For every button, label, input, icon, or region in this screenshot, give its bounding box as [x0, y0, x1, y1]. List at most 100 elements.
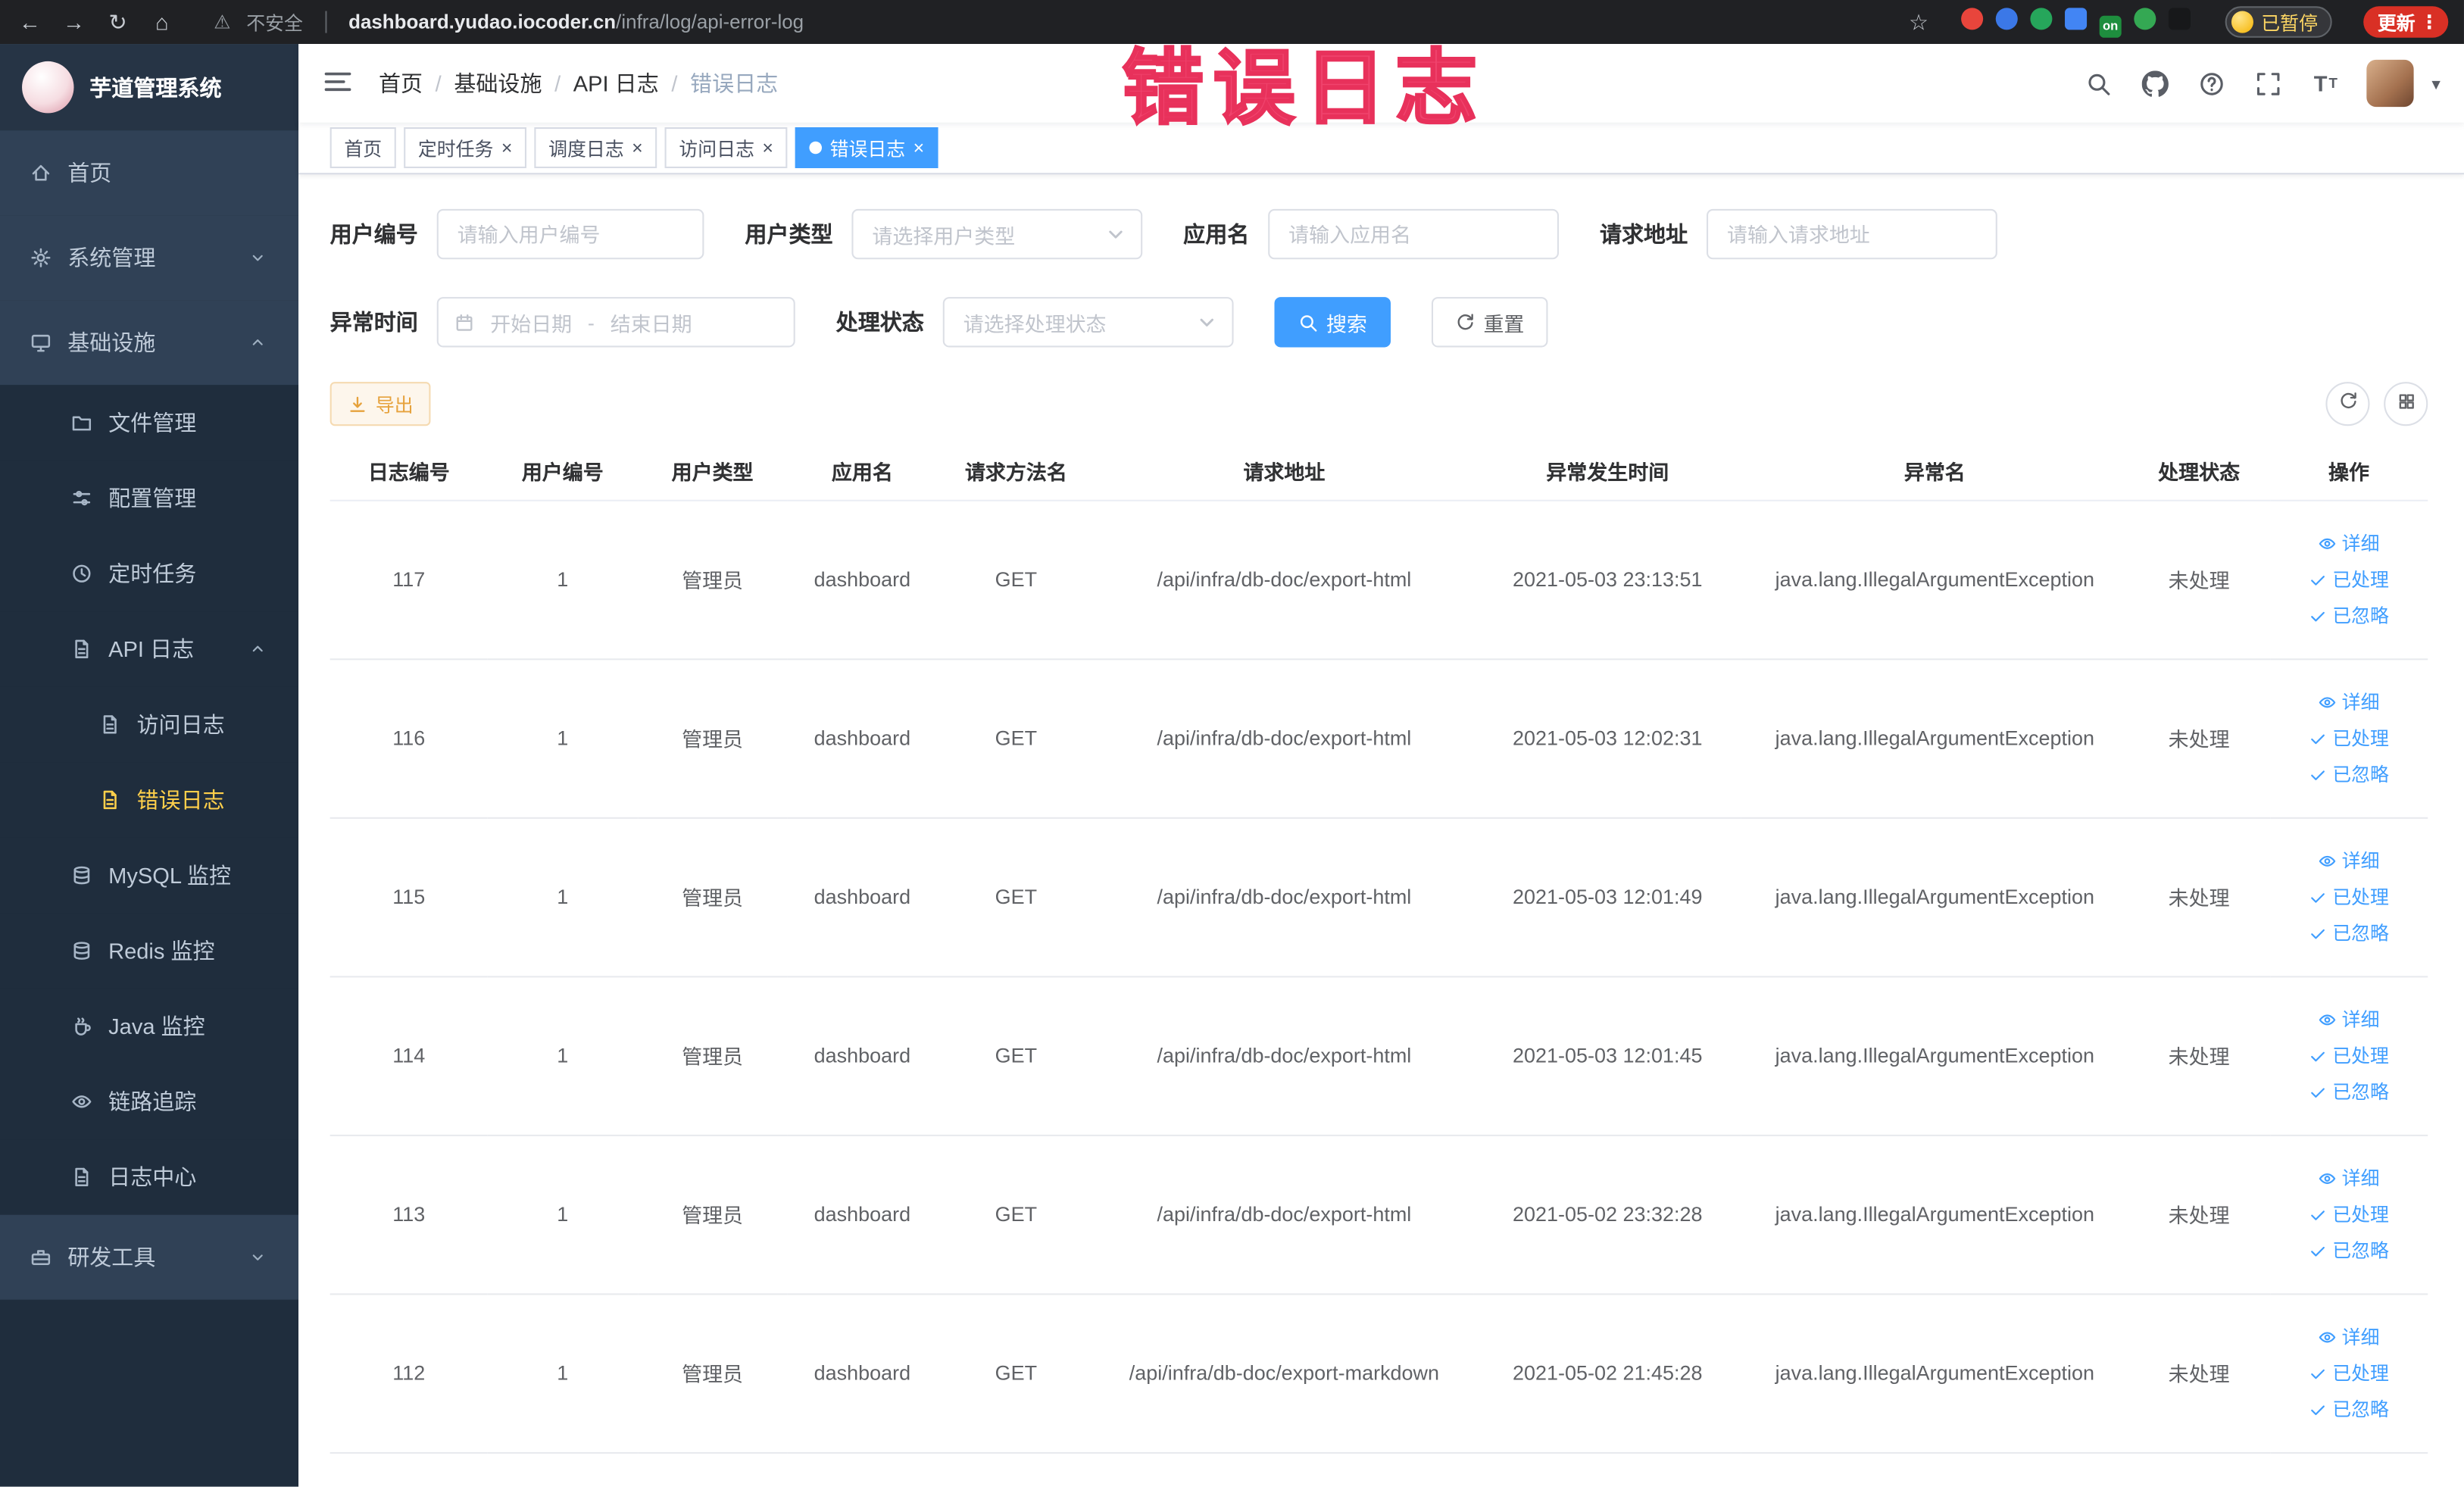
caret-down-icon[interactable]: ▾	[2431, 73, 2440, 94]
tab-job[interactable]: 定时任务 ×	[404, 127, 527, 168]
sidebar-item-job[interactable]: 定时任务	[0, 536, 299, 612]
cell-user-id: 1	[487, 817, 638, 977]
fullscreen-icon[interactable]	[2254, 68, 2284, 98]
profile-chip[interactable]: 已暂停	[2225, 6, 2332, 38]
breadcrumb-item-home[interactable]: 首页	[379, 67, 423, 98]
column-header[interactable]: 操作	[2269, 441, 2428, 501]
sidebar-item-file[interactable]: 文件管理	[0, 385, 299, 461]
detail-link[interactable]: 详细	[2319, 689, 2379, 715]
column-header[interactable]: 请求方法名	[937, 441, 1095, 501]
column-header[interactable]: 请求地址	[1095, 441, 1474, 501]
process-status-select[interactable]: 请选择处理状态	[942, 297, 1234, 348]
refresh-table-button[interactable]	[2325, 382, 2370, 426]
sidebar-item-dev-tools[interactable]: 研发工具	[0, 1214, 299, 1300]
detail-link[interactable]: 详细	[2319, 1323, 2379, 1350]
sidebar-item-log-center[interactable]: 日志中心	[0, 1139, 299, 1215]
extension-icon-7[interactable]	[2168, 7, 2191, 30]
url-bar[interactable]: dashboard.yudao.iocoder.cn/infra/log/api…	[348, 11, 804, 33]
processed-link[interactable]: 已处理	[2309, 1360, 2389, 1386]
detail-link[interactable]: 详细	[2319, 1164, 2379, 1191]
column-header[interactable]: 用户编号	[487, 441, 638, 501]
sidebar-item-redis[interactable]: Redis 监控	[0, 913, 299, 989]
gear-icon	[28, 246, 52, 270]
cell-time: 2021-05-02 23:32:28	[1473, 1134, 1742, 1295]
processed-link[interactable]: 已处理	[2309, 1201, 2389, 1227]
column-header[interactable]: 处理状态	[2128, 441, 2270, 501]
bookmark-star-icon[interactable]: ☆	[1904, 8, 1932, 35]
search-button[interactable]: 搜索	[1274, 297, 1391, 348]
column-header[interactable]: 异常发生时间	[1473, 441, 1742, 501]
reload-icon[interactable]: ↻	[104, 8, 132, 35]
breadcrumb-item-api-log[interactable]: API 日志	[573, 67, 659, 98]
column-header[interactable]: 异常名	[1741, 441, 2128, 501]
search-icon[interactable]	[2085, 68, 2114, 98]
security-label[interactable]: 不安全	[246, 8, 303, 35]
ignored-link[interactable]: 已忽略	[2309, 1395, 2389, 1422]
font-size-icon[interactable]: TT	[2311, 68, 2341, 98]
processed-link[interactable]: 已处理	[2309, 566, 2389, 592]
detail-link[interactable]: 详细	[2319, 847, 2379, 873]
user-id-input[interactable]	[436, 208, 704, 260]
request-url-input[interactable]	[1707, 208, 1997, 260]
tab-error-log[interactable]: 错误日志 ×	[795, 127, 938, 168]
processed-link[interactable]: 已处理	[2309, 883, 2389, 910]
ignored-link[interactable]: 已忽略	[2309, 920, 2389, 946]
forward-icon[interactable]: →	[60, 9, 88, 34]
sidebar-item-trace[interactable]: 链路追踪	[0, 1064, 299, 1140]
reset-button[interactable]: 重置	[1431, 297, 1548, 348]
sidebar-item-api-log[interactable]: API 日志	[0, 611, 299, 687]
column-header[interactable]: 应用名	[787, 441, 938, 501]
tab-label: 访问日志	[679, 137, 755, 160]
github-icon[interactable]	[2141, 68, 2171, 98]
detail-link[interactable]: 详细	[2319, 530, 2379, 556]
sidebar-item-java[interactable]: Java 监控	[0, 988, 299, 1064]
extension-icon-6[interactable]	[2134, 7, 2156, 30]
tab-access-log[interactable]: 访问日志 ×	[664, 127, 788, 168]
user-avatar[interactable]	[2367, 59, 2415, 108]
update-button[interactable]: 更新 ⋮	[2363, 6, 2449, 38]
tab-job-log[interactable]: 调度日志 ×	[534, 127, 657, 168]
breadcrumb-item-infra[interactable]: 基础设施	[454, 67, 542, 98]
extension-icon-3[interactable]	[2030, 7, 2053, 30]
close-icon[interactable]: ×	[632, 139, 643, 158]
close-icon[interactable]: ×	[913, 139, 925, 158]
back-icon[interactable]: ←	[16, 9, 44, 34]
sidebar-toggle-icon[interactable]	[322, 66, 357, 101]
cell-status: 未处理	[2128, 1293, 2270, 1453]
processed-link[interactable]: 已处理	[2309, 1042, 2389, 1068]
app-name-input[interactable]	[1268, 208, 1560, 260]
cell-status: 未处理	[2128, 976, 2270, 1136]
sidebar-item-home[interactable]: 首页	[0, 130, 299, 216]
ignored-link[interactable]: 已忽略	[2309, 1237, 2389, 1264]
sidebar-item-access-log[interactable]: 访问日志	[0, 686, 299, 763]
ignored-link[interactable]: 已忽略	[2309, 602, 2389, 629]
export-button[interactable]: 导出	[329, 382, 431, 426]
tab-home[interactable]: 首页	[329, 127, 396, 168]
cell-url: /api/infra/db-doc/export-html	[1095, 976, 1474, 1136]
sidebar-item-system[interactable]: 系统管理	[0, 215, 299, 301]
sidebar-item-error-log[interactable]: 错误日志	[0, 762, 299, 838]
help-icon[interactable]	[2197, 68, 2227, 98]
column-header[interactable]: 用户类型	[637, 441, 788, 501]
ignored-link[interactable]: 已忽略	[2309, 761, 2389, 787]
cell-time: 2021-05-03 12:01:45	[1473, 976, 1742, 1136]
user-type-select[interactable]: 请选择用户类型	[851, 208, 1143, 260]
sidebar-item-config[interactable]: 配置管理	[0, 460, 299, 536]
extension-icon-4[interactable]	[2064, 7, 2088, 30]
breadcrumb-item-error-log: 错误日志	[690, 70, 779, 96]
detail-link[interactable]: 详细	[2319, 1006, 2379, 1032]
cell-user-type: 管理员	[637, 499, 788, 660]
exception-time-range[interactable]: 开始日期 - 结束日期	[436, 297, 795, 348]
sidebar-item-mysql[interactable]: MySQL 监控	[0, 837, 299, 914]
browser-home-icon[interactable]: ⌂	[148, 9, 176, 34]
ignored-link[interactable]: 已忽略	[2309, 1078, 2389, 1104]
close-icon[interactable]: ×	[501, 139, 513, 158]
extension-icon-2[interactable]	[1995, 7, 2018, 30]
processed-link[interactable]: 已处理	[2309, 724, 2389, 751]
extension-icon-1[interactable]	[1961, 7, 1984, 30]
sidebar-item-infra[interactable]: 基础设施	[0, 300, 299, 386]
column-header[interactable]: 日志编号	[329, 441, 488, 501]
extension-icon-5[interactable]: on	[2099, 14, 2122, 37]
close-icon[interactable]: ×	[762, 139, 773, 158]
column-settings-button[interactable]	[2384, 382, 2428, 426]
